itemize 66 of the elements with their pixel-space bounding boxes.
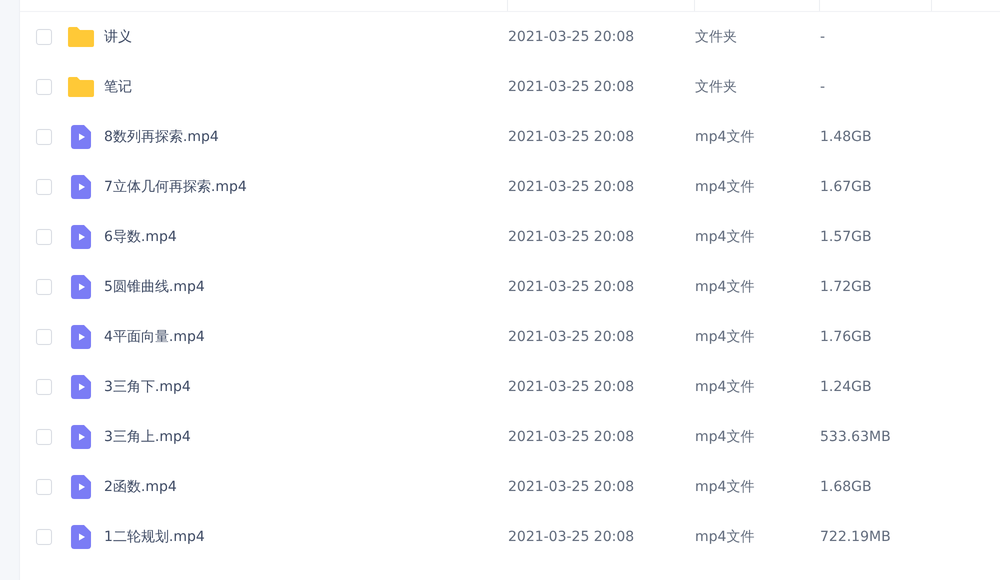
file-size: 1.76GB: [820, 328, 872, 344]
file-size: 722.19MB: [820, 528, 891, 544]
file-type: 文件夹: [695, 28, 737, 44]
modified-date: 2021-03-25 20:08: [508, 178, 634, 194]
file-type: mp4文件: [695, 178, 754, 194]
file-size: 533.63MB: [820, 428, 891, 444]
file-size: -: [820, 78, 826, 94]
modified-date: 2021-03-25 20:08: [508, 378, 634, 394]
video-file-icon: [71, 325, 91, 349]
video-file-icon: [71, 175, 91, 199]
file-name[interactable]: 1二轮规划.mp4: [104, 526, 205, 548]
file-type: mp4文件: [695, 278, 754, 294]
checkbox[interactable]: [36, 29, 52, 45]
checkbox[interactable]: [36, 329, 52, 345]
checkbox[interactable]: [36, 429, 52, 445]
video-file-icon: [71, 475, 91, 499]
file-name[interactable]: 3三角上.mp4: [104, 426, 191, 448]
file-name[interactable]: 5圆锥曲线.mp4: [104, 276, 205, 298]
file-size: 1.67GB: [820, 178, 872, 194]
file-type: mp4文件: [695, 478, 754, 494]
checkbox[interactable]: [36, 79, 52, 95]
file-size: 1.68GB: [820, 478, 872, 494]
video-file-icon: [71, 375, 91, 399]
checkbox[interactable]: [36, 379, 52, 395]
video-file-icon: [71, 125, 91, 149]
file-name[interactable]: 3三角下.mp4: [104, 376, 191, 398]
file-type: mp4文件: [695, 128, 754, 144]
modified-date: 2021-03-25 20:08: [508, 78, 634, 94]
folder-icon: [68, 27, 94, 47]
file-name[interactable]: 4平面向量.mp4: [104, 326, 205, 348]
file-name[interactable]: 6导数.mp4: [104, 226, 177, 248]
modified-date: 2021-03-25 20:08: [508, 428, 634, 444]
file-size: 1.48GB: [820, 128, 872, 144]
file-type: mp4文件: [695, 228, 754, 244]
file-type: mp4文件: [695, 428, 754, 444]
modified-date: 2021-03-25 20:08: [508, 128, 634, 144]
modified-date: 2021-03-25 20:08: [508, 28, 634, 44]
folder-icon: [68, 77, 94, 97]
checkbox[interactable]: [36, 179, 52, 195]
modified-date: 2021-03-25 20:08: [508, 328, 634, 344]
video-file-icon: [71, 275, 91, 299]
file-size: 1.24GB: [820, 378, 872, 394]
modified-date: 2021-03-25 20:08: [508, 528, 634, 544]
file-type: mp4文件: [695, 328, 754, 344]
modified-date: 2021-03-25 20:08: [508, 228, 634, 244]
video-file-icon: [71, 425, 91, 449]
file-size: -: [820, 28, 826, 44]
file-name[interactable]: 讲义: [104, 26, 132, 48]
file-type: 文件夹: [695, 78, 737, 94]
video-file-icon: [71, 525, 91, 549]
file-type: mp4文件: [695, 378, 754, 394]
checkbox[interactable]: [36, 529, 52, 545]
file-name[interactable]: 2函数.mp4: [104, 476, 177, 498]
modified-date: 2021-03-25 20:08: [508, 478, 634, 494]
file-name[interactable]: 8数列再探索.mp4: [104, 126, 219, 148]
file-size: 1.57GB: [820, 228, 872, 244]
file-name[interactable]: 7立体几何再探索.mp4: [104, 176, 247, 198]
modified-date: 2021-03-25 20:08: [508, 278, 634, 294]
file-type: mp4文件: [695, 528, 754, 544]
checkbox[interactable]: [36, 229, 52, 245]
file-size: 1.72GB: [820, 278, 872, 294]
checkbox[interactable]: [36, 279, 52, 295]
file-name[interactable]: 笔记: [104, 76, 132, 98]
checkbox[interactable]: [36, 479, 52, 495]
checkbox[interactable]: [36, 129, 52, 145]
video-file-icon: [71, 225, 91, 249]
